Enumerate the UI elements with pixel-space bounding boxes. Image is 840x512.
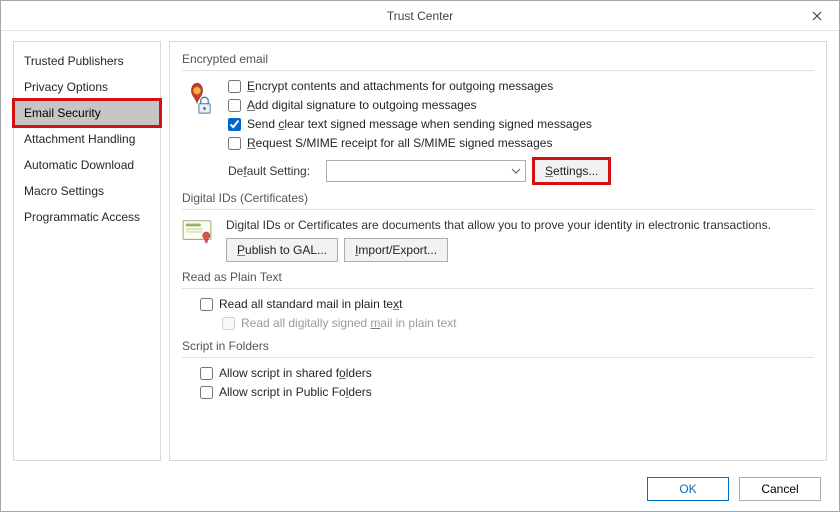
settings-button[interactable]: Settings... <box>534 159 609 183</box>
default-setting-combo[interactable] <box>326 160 526 182</box>
checkbox-script-public[interactable]: Allow script in Public Folders <box>200 385 814 399</box>
section-title-plain-text: Read as Plain Text <box>182 266 814 289</box>
digital-ids-description: Digital IDs or Certificates are document… <box>226 218 814 232</box>
checkbox-send-clear-text[interactable]: Send clear text signed message when send… <box>228 117 814 131</box>
sidebar-item-macro-settings[interactable]: Macro Settings <box>14 178 160 204</box>
window-title: Trust Center <box>387 9 453 23</box>
checkbox-read-plain[interactable]: Read all standard mail in plain text <box>200 297 814 311</box>
cancel-button[interactable]: Cancel <box>739 477 821 501</box>
sidebar-item-attachment-handling[interactable]: Attachment Handling <box>14 126 160 152</box>
category-sidebar: Trusted Publishers Privacy Options Email… <box>13 41 161 461</box>
checkbox-script-shared[interactable]: Allow script in shared folders <box>200 366 814 380</box>
ribbon-lock-icon <box>182 79 214 183</box>
import-export-button[interactable]: Import/Export... <box>344 238 448 262</box>
section-title-encrypted-email: Encrypted email <box>182 48 814 71</box>
close-button[interactable] <box>794 1 839 31</box>
main-panel: Encrypted email Encrypt contents and att… <box>169 41 827 461</box>
sidebar-item-trusted-publishers[interactable]: Trusted Publishers <box>14 48 160 74</box>
section-title-script-folders: Script in Folders <box>182 335 814 358</box>
digital-ids-section: Digital IDs or Certificates are document… <box>182 218 814 262</box>
trust-center-window: Trust Center Trusted Publishers Privacy … <box>0 0 840 512</box>
titlebar: Trust Center <box>1 1 839 31</box>
checkbox-encrypt-contents[interactable]: Encrypt contents and attachments for out… <box>228 79 814 93</box>
chevron-down-icon <box>511 166 521 176</box>
sidebar-item-email-security[interactable]: Email Security <box>14 100 160 126</box>
plain-text-section: Read all standard mail in plain text Rea… <box>200 297 814 330</box>
close-icon <box>812 11 822 21</box>
checkbox-add-signature[interactable]: Add digital signature to outgoing messag… <box>228 98 814 112</box>
publish-to-gal-button[interactable]: Publish to GAL... <box>226 238 338 262</box>
checkbox-read-signed-plain: Read all digitally signed mail in plain … <box>222 316 814 330</box>
dialog-body: Trusted Publishers Privacy Options Email… <box>1 31 839 467</box>
certificate-icon <box>182 218 214 262</box>
ok-button[interactable]: OK <box>647 477 729 501</box>
dialog-footer: OK Cancel <box>1 467 839 511</box>
script-folders-section: Allow script in shared folders Allow scr… <box>200 366 814 399</box>
sidebar-item-programmatic-access[interactable]: Programmatic Access <box>14 204 160 230</box>
checkbox-request-smime-receipt[interactable]: Request S/MIME receipt for all S/MIME si… <box>228 136 814 150</box>
sidebar-item-automatic-download[interactable]: Automatic Download <box>14 152 160 178</box>
default-setting-label: Default Setting: <box>228 164 318 178</box>
encrypted-email-section: Encrypt contents and attachments for out… <box>182 79 814 183</box>
section-title-digital-ids: Digital IDs (Certificates) <box>182 187 814 210</box>
sidebar-item-privacy-options[interactable]: Privacy Options <box>14 74 160 100</box>
